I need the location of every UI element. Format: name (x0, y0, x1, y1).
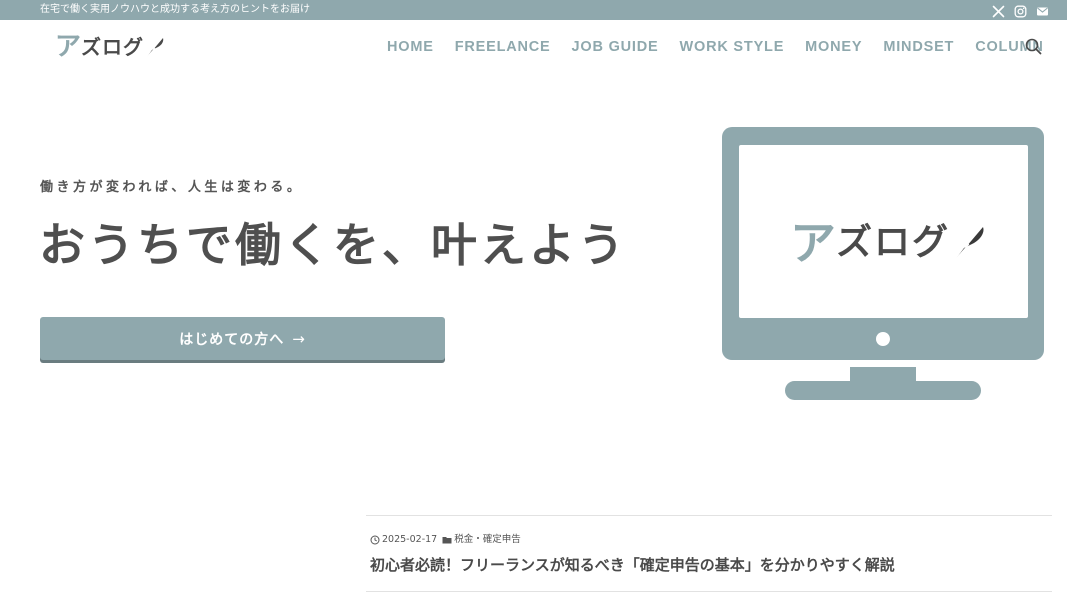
clock-icon (370, 535, 380, 545)
hero-catchphrase: 働き方が変われば、人生は変わる。 (40, 180, 304, 195)
nav-item-work-style[interactable]: WORK STYLE (680, 38, 785, 56)
beginner-guide-label: はじめての方へ (179, 331, 285, 348)
divider (366, 515, 1052, 516)
nav-item-job-guide[interactable]: JOB GUIDE (572, 38, 659, 56)
feather-icon (145, 36, 165, 58)
post-category[interactable]: 税金・確定申告 (454, 534, 521, 546)
logo-text: ズログ (81, 35, 145, 59)
nav-item-home[interactable]: HOME (387, 38, 434, 56)
global-nav: HOME FREELANCE JOB GUIDE WORK STYLE MONE… (387, 38, 1044, 56)
top-bar: 在宅で働く実用ノウハウと成功する考え方のヒントをお届け (0, 0, 1067, 20)
post-meta: 2025-02-17 税金・確定申告 (370, 534, 521, 546)
nav-item-money[interactable]: MONEY (805, 38, 862, 56)
hero-headline: おうちで働くを、叶えよう (39, 218, 627, 272)
beginner-guide-button[interactable]: はじめての方へ → (40, 317, 445, 360)
post-date: 2025-02-17 (382, 534, 438, 545)
site-header: ア ズログ HOME FREELANCE JOB GUIDE WORK STYL… (0, 20, 1067, 75)
post-title[interactable]: 初心者必読！フリーランスが知るべき「確定申告の基本」を分かりやすく解説 (370, 555, 895, 575)
monitor-logo: ア ズログ (790, 218, 986, 268)
site-tagline: 在宅で働く実用ノウハウと成功する考え方のヒントをお届け (40, 4, 310, 15)
instagram-icon[interactable] (1014, 3, 1027, 18)
nav-item-mindset[interactable]: MINDSET (883, 38, 954, 56)
feather-icon (952, 224, 986, 262)
folder-icon (442, 535, 452, 545)
divider (366, 591, 1052, 592)
nav-item-freelance[interactable]: FREELANCE (455, 38, 551, 56)
arrow-right-icon: → (292, 329, 306, 348)
social-links (992, 3, 1049, 18)
site-logo[interactable]: ア ズログ (55, 33, 165, 61)
search-icon[interactable] (1025, 38, 1042, 55)
monitor-logo-accent-letter: ア (790, 216, 836, 270)
logo-accent-letter: ア (55, 32, 82, 62)
mail-icon[interactable] (1036, 3, 1049, 16)
monitor-logo-text: ズログ (836, 222, 951, 263)
x-icon[interactable] (992, 3, 1005, 18)
